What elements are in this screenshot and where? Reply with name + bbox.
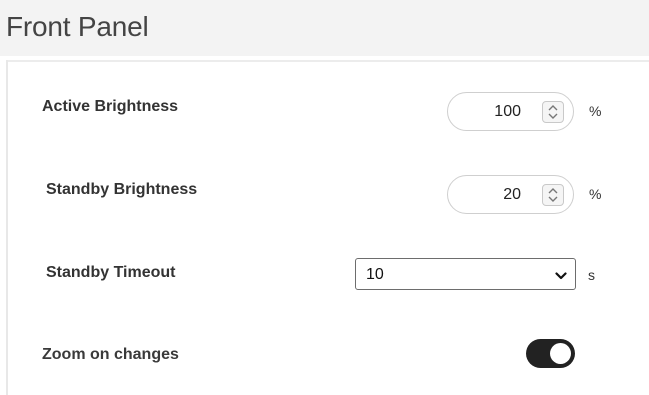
standby-brightness-value[interactable]: 20 <box>503 186 521 204</box>
standby-timeout-value: 10 <box>366 266 384 283</box>
standby-timeout-label: Standby Timeout <box>46 264 176 281</box>
standby-timeout-select[interactable]: 10 <box>355 258 576 290</box>
zoom-on-changes-label: Zoom on changes <box>42 346 179 363</box>
active-brightness-unit: % <box>589 103 602 119</box>
active-brightness-value[interactable]: 100 <box>494 103 521 121</box>
header-divider <box>6 60 649 62</box>
toggle-knob <box>550 343 571 364</box>
standby-timeout-unit: s <box>588 267 595 283</box>
page-title: Front Panel <box>6 11 149 42</box>
up-down-arrows-icon[interactable] <box>542 101 564 123</box>
panel-left-border <box>6 60 8 395</box>
active-brightness-label: Active Brightness <box>42 98 179 115</box>
up-down-arrows-icon[interactable] <box>542 184 564 206</box>
standby-brightness-stepper[interactable]: 20 <box>447 175 574 214</box>
active-brightness-stepper[interactable]: 100 <box>447 92 574 131</box>
standby-brightness-unit: % <box>589 186 602 202</box>
zoom-on-changes-toggle[interactable] <box>526 339 575 368</box>
page-header: Front Panel <box>0 0 649 56</box>
standby-brightness-label: Standby Brightness <box>46 181 198 198</box>
chevron-down-icon <box>555 268 567 286</box>
